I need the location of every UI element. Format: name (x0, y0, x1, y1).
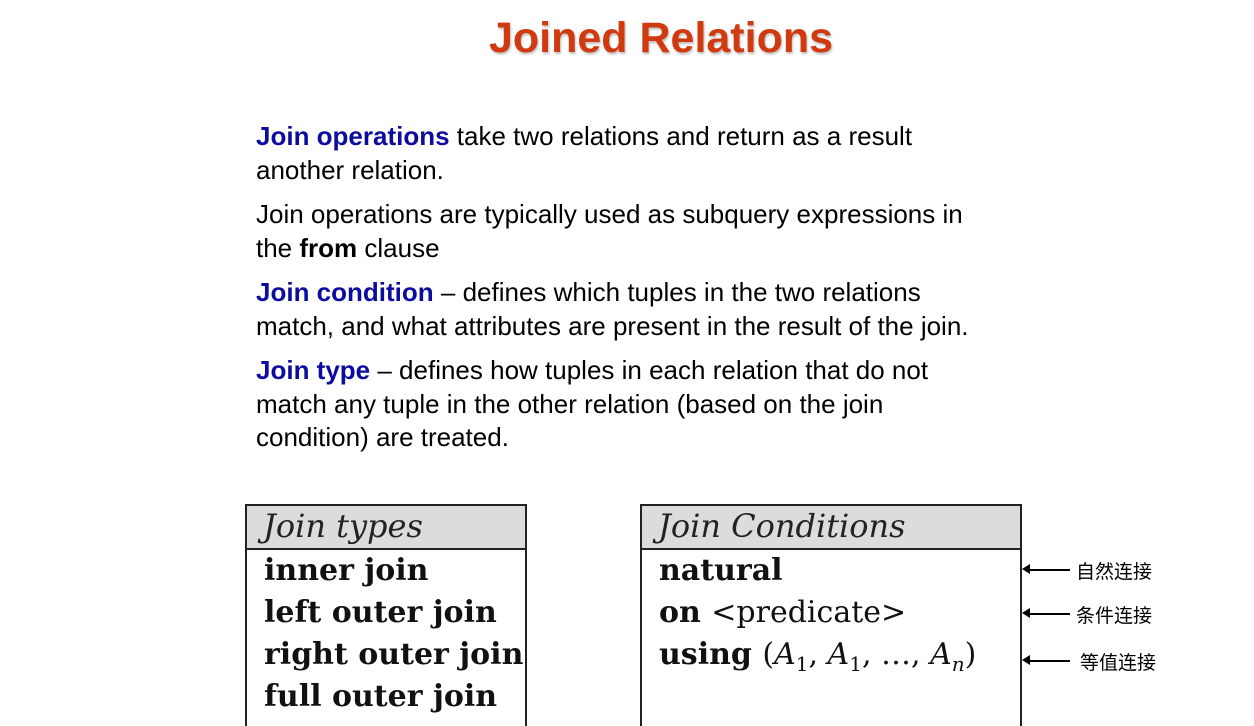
join-types-table: Join types inner join left outer join ri… (245, 504, 527, 726)
attr-a: A (930, 637, 952, 672)
subscript: n (951, 652, 965, 676)
keyword-using: using (659, 637, 752, 672)
subscript: 1 (795, 652, 809, 676)
paragraph-subquery: Join operations are typically used as su… (256, 198, 996, 265)
keyword-join-type: Join type (256, 355, 371, 385)
keyword-join-operations: Join operations (256, 121, 450, 151)
annotation-label: 等值连接 (1080, 652, 1157, 674)
keyword-join-condition: Join condition (256, 277, 434, 307)
arrow-line (1028, 660, 1070, 662)
annotation-label: 条件连接 (1076, 605, 1153, 627)
join-type-row: left outer join (264, 595, 497, 630)
predicate-arg: <predicate> (711, 595, 907, 630)
slide-title: Joined Relations (488, 14, 834, 62)
attr-a: A (774, 637, 796, 672)
annotation-label: 自然连接 (1076, 561, 1153, 583)
slide-body: Join operations take two relations and r… (256, 120, 996, 466)
join-type-row: inner join (264, 553, 429, 588)
paragraph-join-type: Join type – defines how tuples in each r… (256, 354, 996, 455)
subscript: 1 (849, 652, 862, 676)
condition-on: on <predicate> (642, 592, 1020, 634)
join-types-header: Join types (247, 506, 525, 550)
condition-using: using (A1, A1, …, An) (642, 634, 1020, 676)
arrow-line (1028, 613, 1070, 615)
condition-natural: natural (659, 553, 783, 588)
paragraph-join-operations: Join operations take two relations and r… (256, 120, 996, 187)
paren-close: ) (964, 637, 977, 672)
join-type-row: right outer join (264, 637, 524, 672)
separator: , (808, 637, 828, 672)
join-conditions-table: Join Conditions natural on <predicate> u… (640, 504, 1022, 726)
paragraph-join-condition: Join condition – defines which tuples in… (256, 276, 996, 343)
attr-a: A (827, 637, 850, 672)
keyword-on: on (659, 595, 701, 630)
paragraph-text: clause (357, 232, 440, 263)
join-conditions-header: Join Conditions (642, 506, 1020, 550)
arrow-line (1028, 569, 1070, 571)
join-type-row: full outer join (264, 679, 498, 714)
ellipsis: … (881, 637, 912, 672)
keyword-from: from (299, 232, 358, 263)
paren-open: ( (762, 637, 775, 672)
separator: , (911, 637, 931, 672)
separator: , (861, 637, 882, 672)
